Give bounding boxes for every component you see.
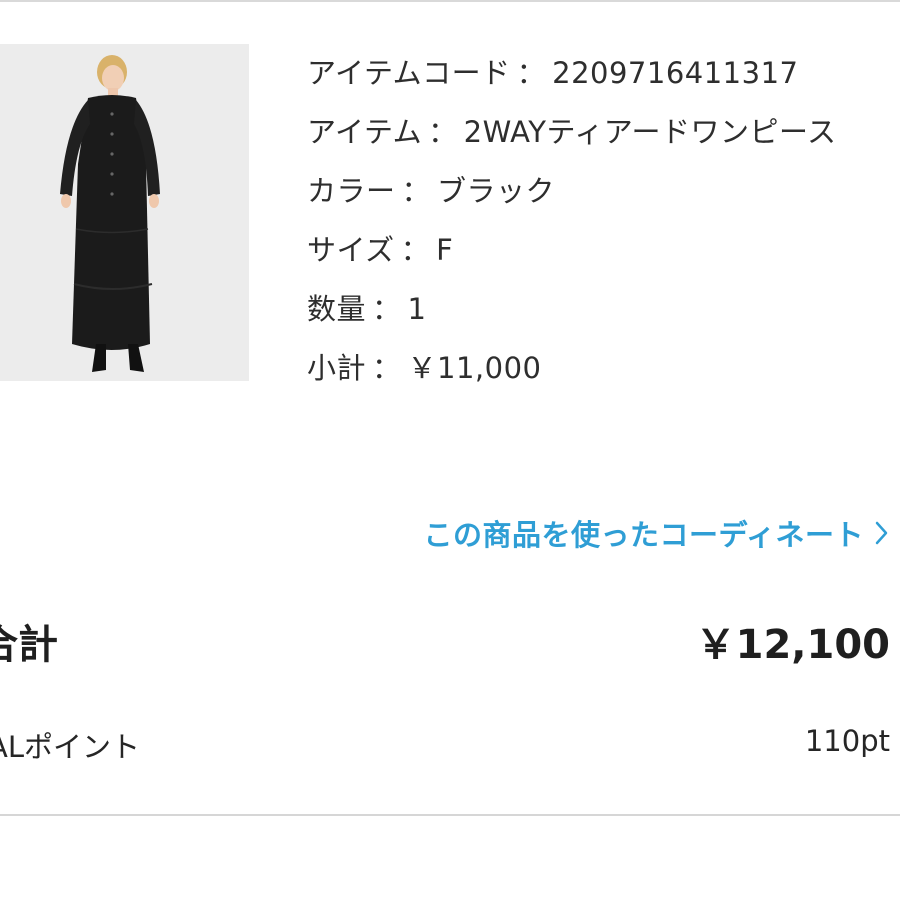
bottom-divider — [0, 814, 900, 816]
total-label: 合計 — [0, 622, 58, 668]
separator: ： — [516, 56, 547, 90]
points-label: ALポイント — [0, 730, 140, 764]
item-code-label: アイテムコード — [307, 56, 511, 90]
coordinate-link[interactable]: この商品を使ったコーディネート — [424, 512, 890, 554]
item-name-label: アイテム — [307, 115, 423, 149]
item-size-value: F — [436, 233, 454, 267]
item-code-value: 2209716411317 — [552, 56, 799, 90]
item-code-row: アイテムコード： 2209716411317 — [307, 44, 882, 103]
separator: ： — [428, 115, 458, 149]
item-subtotal-label: 小計 — [307, 351, 367, 385]
separator: ： — [401, 174, 432, 208]
separator: ： — [372, 292, 402, 326]
item-size-row: サイズ： F — [307, 221, 882, 280]
points-value: 110pt — [804, 724, 890, 758]
separator: ： — [400, 233, 431, 267]
product-photo-illustration — [0, 44, 249, 381]
item-color-row: カラー：ブラック — [307, 162, 882, 221]
item-subtotal-row: 小計： ￥11,000 — [307, 339, 882, 398]
item-color-value: ブラック — [437, 174, 556, 208]
item-size-label: サイズ — [307, 233, 395, 267]
top-divider — [0, 0, 900, 2]
product-image[interactable] — [0, 44, 249, 381]
chevron-right-icon — [875, 521, 888, 545]
coordinate-link-label: この商品を使ったコーディネート — [423, 518, 864, 552]
separator: ： — [372, 351, 402, 385]
item-details: アイテムコード： 2209716411317 アイテム： 2WAYティアードワンピー… — [307, 44, 882, 398]
item-quantity-label: 数量 — [307, 292, 367, 326]
item-name-row: アイテム： 2WAYティアードワンピース — [307, 103, 882, 162]
item-quantity-row: 数量： 1 — [307, 280, 882, 339]
item-subtotal-value: ￥11,000 — [407, 351, 542, 385]
item-color-label: カラー — [307, 174, 396, 208]
item-quantity-value: 1 — [407, 292, 427, 326]
total-value: ￥12,100 — [695, 622, 890, 668]
item-name-value: 2WAYティアードワンピース — [463, 115, 837, 149]
